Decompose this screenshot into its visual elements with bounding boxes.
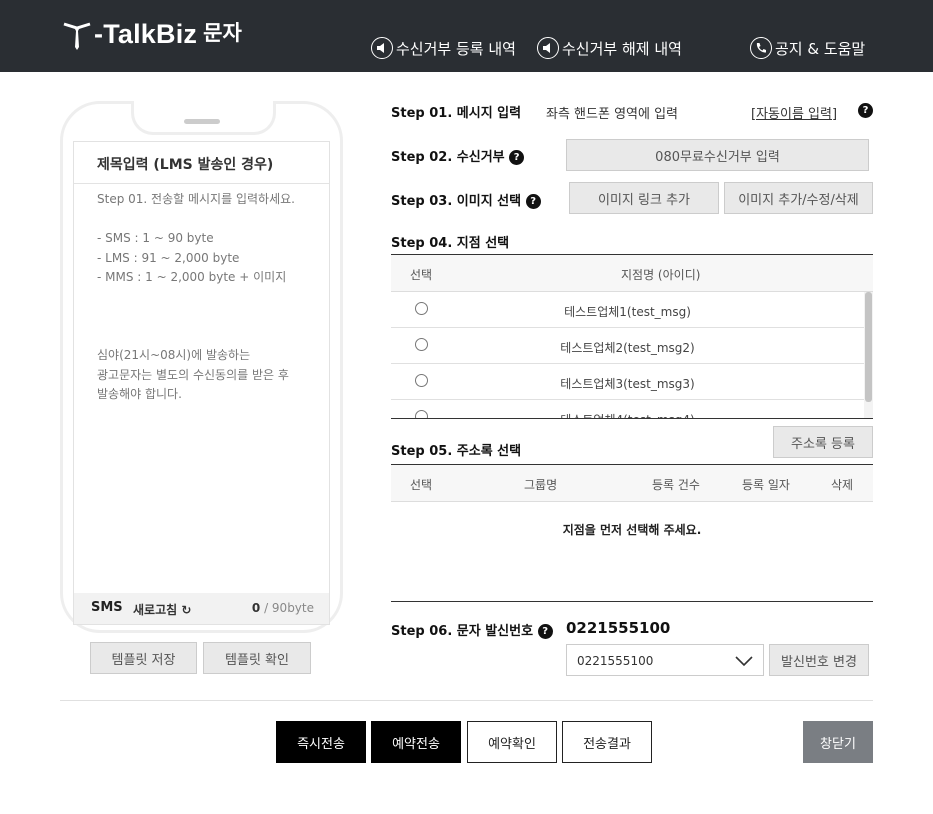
- message-status-bar: SMS 새로고침 ↻ 0 / 90byte: [74, 593, 329, 624]
- col-group-name: 그룹명: [524, 478, 558, 492]
- step4-title: Step 04. 지점 선택: [391, 236, 510, 251]
- change-sender-button[interactable]: 발신번호 변경: [769, 644, 869, 676]
- phone-speaker: [184, 119, 220, 124]
- close-window-button[interactable]: 창닫기: [803, 721, 873, 763]
- branch-name: 테스트업체4(test_msg4): [391, 411, 864, 418]
- add-image-link-button[interactable]: 이미지 링크 추가: [569, 182, 719, 214]
- col-select: 선택: [410, 268, 433, 282]
- nav-reject-register[interactable]: 수신거부 등록 내역: [371, 37, 516, 59]
- refresh-button[interactable]: 새로고침 ↻: [133, 601, 191, 618]
- branch-list[interactable]: 테스트업체1(test_msg) 테스트업체2(test_msg2) 테스트업체…: [391, 292, 873, 419]
- check-template-button[interactable]: 템플릿 확인: [203, 642, 311, 674]
- help-icon[interactable]: ?: [509, 150, 525, 165]
- col-count: 등록 건수: [652, 478, 700, 492]
- phone-icon: [750, 37, 772, 59]
- col-date: 등록 일자: [742, 478, 790, 492]
- header-bar: -TalkBiz 문자 수신거부 등록 내역 수신거부 해제 내역 공지 & 도…: [0, 0, 933, 72]
- step1-title: Step 01. 메시지 입력: [391, 106, 522, 121]
- send-result-button[interactable]: 전송결과: [562, 721, 652, 763]
- addressbook-table-header: 선택 그룹명 등록 건수 등록 일자 삭제: [391, 464, 873, 502]
- logo[interactable]: -TalkBiz 문자: [62, 14, 242, 54]
- help-icon[interactable]: ?: [537, 624, 553, 639]
- branch-name: 테스트업체1(test_msg): [564, 305, 691, 319]
- byte-counter: 0 / 90byte: [252, 601, 314, 615]
- register-addressbook-button[interactable]: 주소록 등록: [773, 426, 873, 458]
- step5-title: Step 05. 주소록 선택: [391, 444, 522, 459]
- refresh-icon: ↻: [181, 603, 192, 617]
- table-row[interactable]: 테스트업체3(test_msg3): [391, 364, 864, 400]
- byte-count: 0: [251, 601, 261, 615]
- tie-logo-icon: [63, 22, 91, 50]
- table-row[interactable]: 테스트업체2(test_msg2): [391, 328, 864, 364]
- nav-notice-help[interactable]: 공지 & 도움말: [750, 37, 865, 59]
- nav-label: 수신거부 등록 내역: [396, 39, 516, 58]
- message-type-label: SMS: [91, 600, 123, 615]
- empty-message: 지점을 먼저 선택해 주세요.: [562, 523, 702, 537]
- send-now-button[interactable]: 즉시전송: [276, 721, 366, 763]
- reject-080-button[interactable]: 080무료수신거부 입력: [566, 139, 869, 171]
- branch-name: 테스트업체3(test_msg3): [560, 377, 695, 391]
- branch-name: 테스트업체2(test_msg2): [560, 341, 695, 355]
- message-body-textarea[interactable]: Step 01. 전송할 메시지를 입력하세요. - SMS : 1 ~ 90 …: [97, 190, 322, 405]
- logo-subtitle: 문자: [203, 21, 242, 45]
- reserve-send-button[interactable]: 예약전송: [371, 721, 461, 763]
- nav-label: 공지 & 도움말: [775, 39, 866, 58]
- speaker-icon: [371, 37, 393, 59]
- chevron-down-icon: [735, 656, 753, 667]
- step3-label: Step 03. 이미지 선택: [391, 194, 522, 209]
- step1-hint: 좌측 핸드폰 영역에 입력: [546, 107, 678, 122]
- col-select: 선택: [410, 478, 433, 492]
- table-row[interactable]: 테스트업체4(test_msg4): [391, 400, 864, 418]
- divider: [391, 601, 873, 602]
- help-icon[interactable]: ?: [858, 103, 873, 118]
- step3-title: Step 03. 이미지 선택 ?: [391, 190, 541, 209]
- save-template-button[interactable]: 템플릿 저장: [90, 642, 197, 674]
- step2-label: Step 02. 수신거부: [391, 150, 505, 165]
- step6-title: Step 06. 문자 발신번호 ?: [391, 620, 553, 639]
- selected-value: 0221555100: [577, 654, 654, 668]
- divider: [60, 700, 873, 701]
- scrollbar-track[interactable]: [864, 292, 873, 418]
- col-branch-name: 지점명 (아이디): [621, 268, 701, 282]
- scrollbar-thumb[interactable]: [865, 292, 872, 402]
- branch-table-header: 선택 지점명 (아이디): [391, 254, 873, 292]
- byte-max: / 90byte: [260, 601, 314, 615]
- logo-text: -TalkBiz: [94, 18, 198, 49]
- edit-image-button[interactable]: 이미지 추가/수정/삭제: [724, 182, 873, 214]
- nav-reject-release[interactable]: 수신거부 해제 내역: [537, 37, 682, 59]
- refresh-label: 새로고침: [133, 603, 178, 617]
- col-delete: 삭제: [831, 478, 854, 492]
- message-editor: 제목입력 (LMS 발송인 경우) Step 01. 전송할 메시지를 입력하세…: [73, 141, 330, 625]
- step2-title: Step 02. 수신거부 ?: [391, 146, 525, 165]
- table-row[interactable]: 테스트업체1(test_msg): [391, 292, 864, 328]
- help-icon[interactable]: ?: [525, 194, 541, 209]
- sender-number: 0221555100: [566, 619, 671, 637]
- speaker-icon: [537, 37, 559, 59]
- reserve-check-button[interactable]: 예약확인: [467, 721, 557, 763]
- message-title-input[interactable]: 제목입력 (LMS 발송인 경우): [74, 142, 329, 184]
- step6-label: Step 06. 문자 발신번호: [391, 624, 534, 639]
- auto-name-link[interactable]: [자동이름 입력]: [751, 103, 837, 122]
- nav-label: 수신거부 해제 내역: [562, 39, 682, 58]
- sender-number-select[interactable]: 0221555100: [566, 644, 764, 676]
- phone-frame: 제목입력 (LMS 발송인 경우) Step 01. 전송할 메시지를 입력하세…: [60, 101, 343, 633]
- phone-notch: [131, 101, 276, 135]
